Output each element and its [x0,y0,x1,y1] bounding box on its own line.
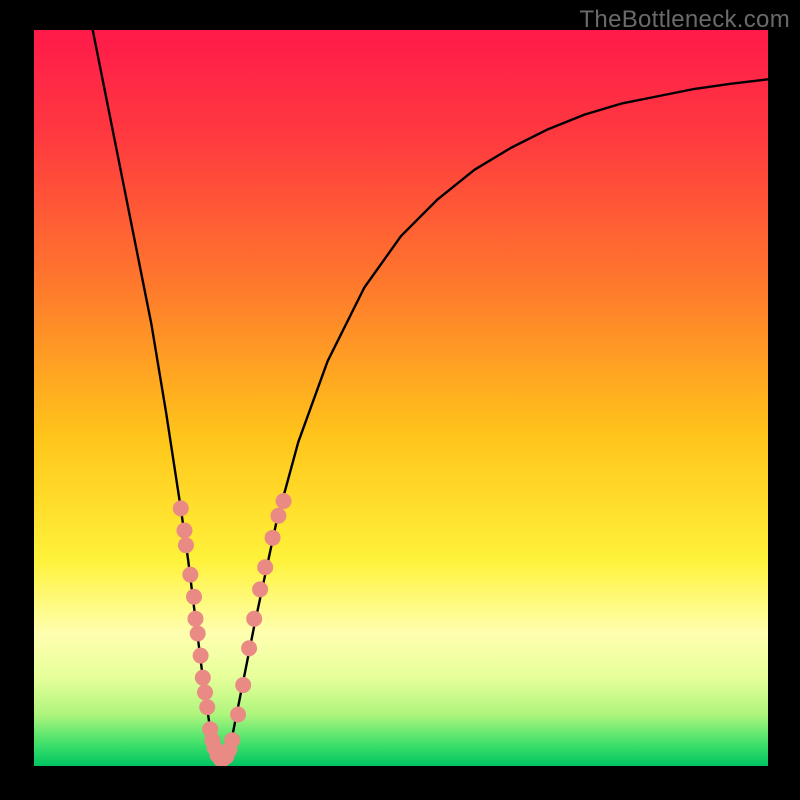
sample-point [193,648,209,664]
sample-point [195,670,211,686]
sample-point [270,508,286,524]
chart-svg [34,30,768,766]
sample-point [176,522,192,538]
sample-point [197,684,213,700]
sample-point [257,559,273,575]
sample-point [252,581,268,597]
sample-point [182,567,198,583]
sample-point [190,626,206,642]
chart-frame: TheBottleneck.com [0,0,800,800]
plot-area [34,30,768,766]
gradient-background [34,30,768,766]
sample-point [230,706,246,722]
sample-point [187,611,203,627]
sample-point [178,537,194,553]
sample-point [265,530,281,546]
sample-point [276,493,292,509]
sample-point [241,640,257,656]
sample-point [224,732,240,748]
sample-point [235,677,251,693]
sample-point [199,699,215,715]
sample-point [186,589,202,605]
sample-point [173,500,189,516]
sample-point [246,611,262,627]
